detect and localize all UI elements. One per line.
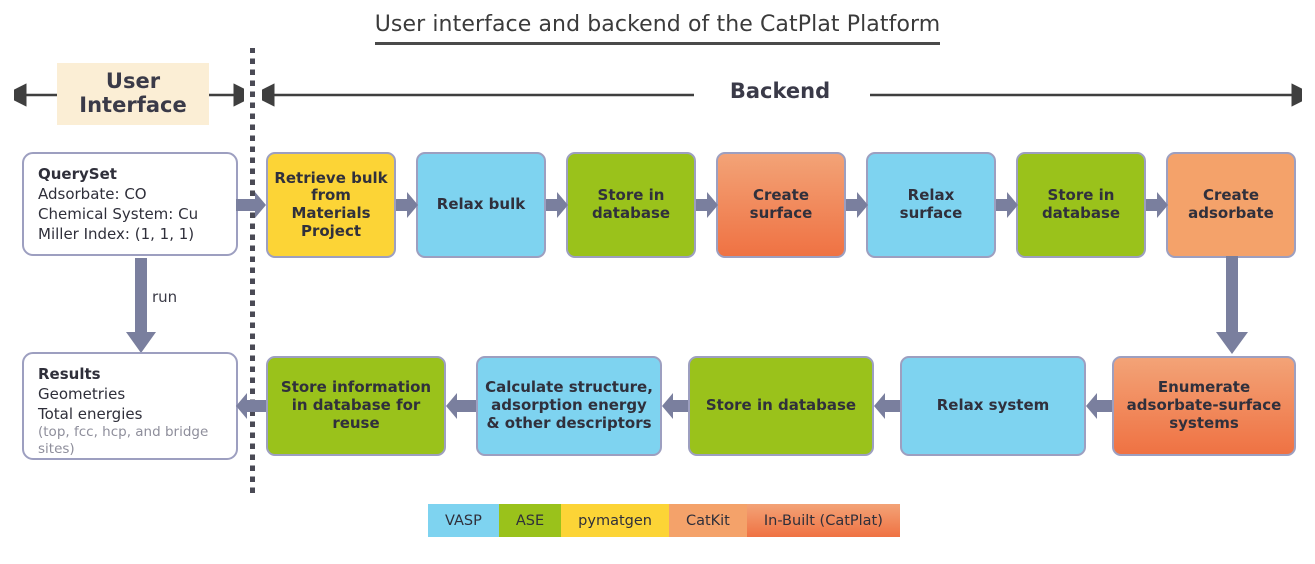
results-title: Results xyxy=(38,365,101,383)
user-interface-header-text: User Interface xyxy=(79,70,186,117)
node-enumerate-systems: Enumerate adsorbate-surface systems xyxy=(1112,356,1296,456)
arrow-store-1-to-create-surface xyxy=(696,192,718,218)
arrow-queryset-to-backend xyxy=(236,192,266,218)
legend: VASP ASE pymatgen CatKit In-Built (CatPl… xyxy=(428,504,900,537)
ui-header-line1: User xyxy=(105,69,161,94)
arrow-backend-to-results xyxy=(236,393,266,419)
arrow-calculate-to-store-information xyxy=(446,393,476,419)
run-arrow xyxy=(126,258,156,353)
node-store-information-reuse: Store information in database for reuse xyxy=(266,356,446,456)
node-store-in-database-2: Store in database xyxy=(1016,152,1146,258)
arrow-store-3-to-calculate xyxy=(662,393,688,419)
run-label: run xyxy=(152,288,178,306)
arrow-relax-surface-to-store-2 xyxy=(996,192,1018,218)
arrow-relax-system-to-store-3 xyxy=(874,393,900,419)
legend-label-vasp: VASP xyxy=(445,512,482,529)
legend-item-catkit: CatKit xyxy=(668,504,747,537)
results-sites-note: (top, fcc, hcp, and bridge sites) xyxy=(38,424,209,457)
queryset-adsorbate: Adsorbate: CO xyxy=(38,185,147,204)
results-total-energies: Total energies xyxy=(38,405,143,424)
arrow-retrieve-to-relax-bulk xyxy=(396,192,418,218)
arrow-enumerate-to-relax-system xyxy=(1086,393,1112,419)
user-interface-header: User Interface xyxy=(57,63,209,125)
node-store-in-database-1: Store in database xyxy=(566,152,696,258)
arrow-create-surface-to-relax-surface xyxy=(846,192,868,218)
legend-item-inbuilt: In-Built (CatPlat) xyxy=(746,504,900,537)
node-create-surface: Create surface xyxy=(716,152,846,258)
arrow-store-2-to-create-adsorbate xyxy=(1146,192,1168,218)
legend-item-pymatgen: pymatgen xyxy=(561,504,669,537)
backend-header: Backend xyxy=(729,79,831,103)
node-relax-bulk: Relax bulk xyxy=(416,152,546,258)
results-geometries: Geometries xyxy=(38,385,126,404)
node-relax-system: Relax system xyxy=(900,356,1086,456)
diagram-canvas: User interface and backend of the CatPla… xyxy=(0,0,1315,564)
legend-item-ase: ASE xyxy=(498,504,562,537)
ui-header-line2: Interface xyxy=(79,93,187,117)
results-panel: Results Geometries Total energies (top, … xyxy=(22,352,238,460)
legend-label-catkit: CatKit xyxy=(685,512,730,529)
node-relax-surface: Relax surface xyxy=(866,152,996,258)
queryset-panel: QuerySet Adsorbate: CO Chemical System: … xyxy=(22,152,238,256)
legend-label-inbuilt: In-Built (CatPlat) xyxy=(763,512,883,529)
node-store-in-database-3: Store in database xyxy=(688,356,874,456)
page-title-text: User interface and backend of the CatPla… xyxy=(374,12,941,45)
node-retrieve-bulk: Retrieve bulk from Materials Project xyxy=(266,152,396,258)
queryset-title: QuerySet xyxy=(38,165,117,183)
node-create-adsorbate: Create adsorbate xyxy=(1166,152,1296,258)
legend-label-ase: ASE xyxy=(515,512,545,529)
section-divider xyxy=(250,48,255,498)
node-calculate-descriptors: Calculate structure, adsorption energy &… xyxy=(476,356,662,456)
arrow-create-adsorbate-to-enumerate xyxy=(1216,256,1248,354)
legend-label-pymatgen: pymatgen xyxy=(578,512,652,529)
page-title: User interface and backend of the CatPla… xyxy=(0,12,1315,45)
arrow-relax-bulk-to-store-1 xyxy=(546,192,568,218)
legend-item-vasp: VASP xyxy=(428,504,499,537)
queryset-miller-index: Miller Index: (1, 1, 1) xyxy=(38,225,195,244)
queryset-chemical-system: Chemical System: Cu xyxy=(38,205,199,224)
